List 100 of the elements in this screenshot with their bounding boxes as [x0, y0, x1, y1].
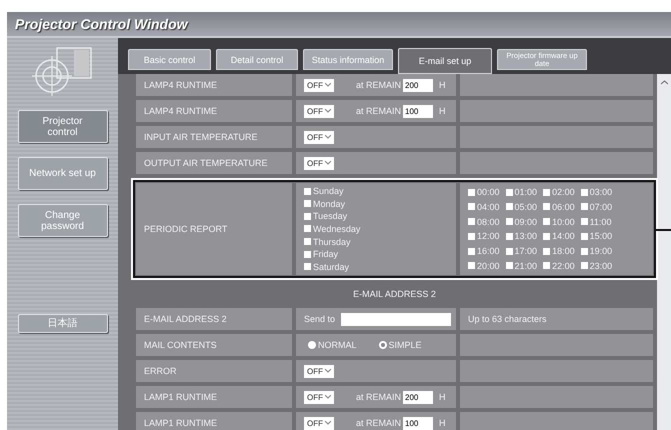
- checkbox[interactable]: [580, 203, 588, 210]
- checkbox[interactable]: [468, 262, 475, 270]
- hour-label: 01:00: [514, 187, 538, 197]
- hour-label: 12:00: [477, 231, 500, 242]
- checkbox[interactable]: [304, 188, 311, 194]
- checkbox[interactable]: [543, 218, 550, 226]
- dropdown[interactable]: OFF: [304, 156, 334, 170]
- day-label: Saturday: [313, 262, 350, 272]
- radio-label: SIMPLE: [388, 340, 422, 350]
- email-field[interactable]: [341, 312, 452, 326]
- checkbox[interactable]: [580, 188, 588, 196]
- hour-label: 02:00: [552, 187, 575, 197]
- label-cell: MAIL CONTENTS: [136, 334, 292, 356]
- sidebar-button[interactable]: Projector control: [18, 110, 108, 143]
- day-label: Thursday: [313, 236, 351, 247]
- label-cell: INPUT AIR TEMPERATURE: [136, 126, 292, 148]
- checkbox[interactable]: [506, 248, 513, 255]
- checkbox[interactable]: [543, 262, 550, 270]
- checkbox[interactable]: [304, 250, 311, 258]
- checkbox[interactable]: [304, 238, 311, 246]
- day-label: Friday: [313, 249, 338, 260]
- hours-field[interactable]: 200: [403, 390, 434, 404]
- dropdown[interactable]: OFF: [304, 416, 334, 430]
- checkbox[interactable]: [506, 218, 513, 226]
- day-label: Tuesday: [313, 211, 348, 222]
- scroll-up-icon[interactable]: [660, 80, 668, 85]
- day-label: Wednesday: [313, 224, 360, 234]
- checkbox[interactable]: [468, 218, 475, 226]
- unit-label: H: [439, 80, 446, 90]
- radio-button[interactable]: [308, 341, 316, 349]
- day-label: Monday: [313, 198, 346, 209]
- hour-label: 16:00: [477, 246, 500, 256]
- hour-label: 13:00: [514, 231, 538, 242]
- remain-label: at REMAIN: [356, 392, 402, 402]
- hour-label: 21:00: [514, 260, 538, 271]
- label-cell: LAMP4 RUNTIME: [136, 74, 292, 96]
- checkbox[interactable]: [506, 188, 513, 196]
- remain-label: at REMAIN: [356, 418, 402, 428]
- scrollbar[interactable]: [657, 74, 671, 430]
- checkbox[interactable]: [304, 225, 311, 232]
- checkbox[interactable]: [543, 188, 550, 196]
- checkbox[interactable]: [580, 248, 588, 255]
- unit-label: H: [439, 418, 446, 428]
- unit-label: H: [439, 106, 446, 116]
- hour-label: 15:00: [590, 231, 612, 242]
- checkbox[interactable]: [543, 248, 550, 255]
- checkbox[interactable]: [304, 200, 311, 208]
- checkbox[interactable]: [580, 218, 588, 226]
- checkbox[interactable]: [543, 203, 550, 210]
- hours-field[interactable]: 100: [403, 104, 434, 118]
- hours-field[interactable]: 200: [403, 78, 434, 92]
- label-cell: PERIODIC REPORT: [136, 183, 292, 275]
- label-cell: E-MAIL ADDRESS 2: [136, 308, 292, 330]
- hours-field[interactable]: 100: [403, 416, 434, 430]
- section-heading: E-MAIL ADDRESS 2: [352, 288, 437, 301]
- dropdown[interactable]: OFF: [304, 364, 334, 378]
- hour-label: 19:00: [590, 246, 612, 256]
- checkbox[interactable]: [304, 212, 311, 220]
- remain-label: at REMAIN: [356, 80, 402, 90]
- checkbox[interactable]: [580, 232, 588, 240]
- checkbox[interactable]: [506, 203, 513, 210]
- radio-label: NORMAL: [318, 340, 357, 350]
- label-cell: ERROR: [136, 360, 292, 382]
- hour-label: 03:00: [590, 187, 612, 197]
- unit-label: H: [439, 392, 446, 402]
- dropdown[interactable]: OFF: [304, 390, 334, 404]
- radio-button[interactable]: [378, 341, 387, 349]
- dropdown[interactable]: OFF: [304, 104, 334, 118]
- hour-label: 17:00: [514, 246, 538, 256]
- checkbox[interactable]: [543, 232, 550, 240]
- day-label: Sunday: [313, 186, 344, 196]
- caret-icon: [325, 135, 331, 139]
- dropdown[interactable]: OFF: [304, 130, 334, 144]
- checkbox[interactable]: [468, 232, 475, 240]
- label-cell: LAMP1 RUNTIME: [136, 386, 292, 408]
- hour-label: 08:00: [477, 216, 500, 227]
- checkbox[interactable]: [304, 263, 311, 270]
- hour-label: 06:00: [552, 202, 575, 212]
- caret-icon: [325, 161, 331, 165]
- window-title: Projector Control Window: [15, 16, 188, 32]
- hour-label: 00:00: [477, 187, 500, 197]
- hour-label: 20:00: [477, 260, 500, 271]
- dropdown[interactable]: OFF: [304, 78, 334, 92]
- checkbox[interactable]: [580, 262, 588, 270]
- hour-label: 05:00: [514, 202, 538, 212]
- send-to-label: Send to: [304, 314, 336, 324]
- caret-icon: [325, 109, 331, 113]
- label-cell: LAMP4 RUNTIME: [136, 100, 292, 122]
- checkbox[interactable]: [468, 248, 475, 255]
- hour-label: 07:00: [590, 202, 612, 212]
- checkbox[interactable]: [506, 232, 513, 240]
- hour-label: 09:00: [514, 216, 538, 227]
- checkbox[interactable]: [506, 262, 513, 270]
- checkbox[interactable]: [468, 188, 475, 196]
- tab[interactable]: E-mail set up: [398, 48, 492, 74]
- hour-label: 18:00: [552, 246, 575, 256]
- caret-icon: [325, 421, 331, 425]
- remain-label: at REMAIN: [356, 106, 402, 116]
- checkbox[interactable]: [468, 203, 475, 210]
- hour-label: 22:00: [552, 260, 575, 271]
